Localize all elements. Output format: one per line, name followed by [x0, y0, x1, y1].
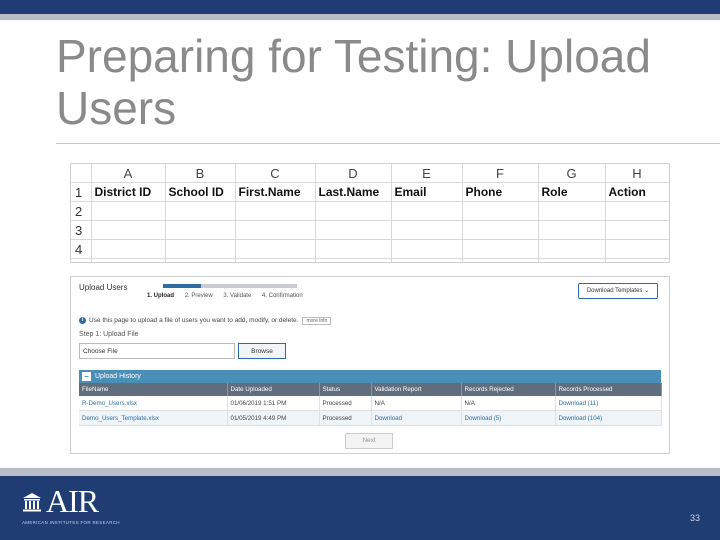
- info-message: i Use this page to upload a file of users…: [79, 317, 332, 326]
- step-progress: [163, 283, 303, 289]
- footer-accent: [0, 468, 720, 476]
- building-icon: [23, 493, 41, 512]
- column-letter: C: [235, 164, 316, 183]
- column-letter: H: [605, 164, 669, 183]
- step-upload: 1. Upload: [147, 293, 175, 299]
- header-cell: First.Name: [235, 182, 316, 202]
- column-letter: F: [462, 164, 539, 183]
- spreadsheet-template: A B C D E F G H 1 District ID School ID …: [70, 163, 670, 263]
- validation-download-link[interactable]: Download: [371, 410, 462, 426]
- air-logo-subtext: AMERICAN INSTITUTES FOR RESEARCH: [22, 520, 120, 525]
- step1-label: Step 1: Upload File: [79, 331, 139, 338]
- processed-download-link[interactable]: Download (11): [555, 396, 662, 411]
- table-row: Demo_Users_Template.xlsx 01/05/2019 4:49…: [79, 410, 662, 426]
- column-header[interactable]: Validation Report: [371, 383, 462, 396]
- upload-users-panel: Upload Users 1. Upload 2. Preview 3. Val…: [70, 276, 670, 454]
- footer-banner: [0, 476, 720, 540]
- column-header[interactable]: Date Uploaded: [227, 383, 320, 396]
- rejected-cell: N/A: [461, 396, 556, 411]
- row-number: 3: [71, 220, 92, 240]
- step-validate: 3. Validate: [223, 293, 252, 299]
- upload-history-table: FileName Date Uploaded Status Validation…: [79, 383, 662, 426]
- file-input[interactable]: Choose File: [79, 343, 235, 359]
- processed-download-link[interactable]: Download (104): [555, 410, 662, 426]
- table-header-row: FileName Date Uploaded Status Validation…: [79, 383, 662, 396]
- table-row: R-Demo_Users.xlsx 01/06/2019 1:51 PM Pro…: [79, 396, 662, 411]
- info-icon: i: [79, 317, 86, 324]
- chevron-down-icon: ⌄: [644, 288, 650, 294]
- date-cell: 01/05/2019 4:49 PM: [227, 410, 320, 426]
- row-number: 1: [71, 182, 92, 202]
- rejected-download-link[interactable]: Download (5): [461, 410, 556, 426]
- step-confirmation: 4. Confirmation: [261, 293, 303, 299]
- column-letter: E: [391, 164, 463, 183]
- row-number: 5: [71, 258, 92, 262]
- column-letter: B: [165, 164, 236, 183]
- sheet-row: 2: [71, 201, 669, 221]
- sheet-row: 3: [71, 220, 669, 240]
- upload-history-header[interactable]: − Upload History: [79, 370, 661, 383]
- header-cell: Email: [391, 182, 463, 202]
- column-header[interactable]: Status: [319, 383, 372, 396]
- sheet-row: 5: [71, 258, 669, 262]
- column-letter: D: [315, 164, 392, 183]
- step-labels: 1. Upload 2. Preview 3. Validate 4. Conf…: [147, 293, 312, 299]
- header-cell: District ID: [91, 182, 166, 202]
- file-name-link[interactable]: Demo_Users_Template.xlsx: [79, 410, 228, 426]
- top-banner-accent: [0, 14, 720, 20]
- column-letter: G: [538, 164, 606, 183]
- browse-button[interactable]: Browse: [238, 343, 286, 359]
- sheet-row: 1 District ID School ID First.Name Last.…: [71, 182, 669, 202]
- column-header[interactable]: FileName: [79, 383, 228, 396]
- panel-title: Upload Users: [79, 283, 128, 292]
- file-name-link[interactable]: R-Demo_Users.xlsx: [79, 396, 228, 411]
- header-cell: School ID: [165, 182, 236, 202]
- top-banner: [0, 0, 720, 14]
- status-cell: Processed: [319, 396, 372, 411]
- page-number: 33: [690, 513, 701, 523]
- collapse-icon[interactable]: −: [82, 371, 91, 381]
- sheet-row: 4: [71, 239, 669, 259]
- next-button[interactable]: Next: [345, 433, 393, 449]
- step-preview: 2. Preview: [184, 293, 213, 299]
- title-divider: [56, 143, 720, 144]
- column-header-row: A B C D E F G H: [71, 164, 669, 183]
- air-logo-text: AIR: [46, 483, 99, 519]
- column-header[interactable]: Records Processed: [555, 383, 662, 396]
- validation-cell: N/A: [371, 396, 462, 411]
- header-cell: Role: [538, 182, 606, 202]
- column-header[interactable]: Records Rejected: [461, 383, 556, 396]
- row-number: 2: [71, 201, 92, 221]
- row-number: 4: [71, 239, 92, 259]
- more-info-select[interactable]: more info: [302, 317, 332, 326]
- download-templates-button[interactable]: Download Templates ⌄: [578, 283, 658, 299]
- corner-cell: [71, 164, 92, 183]
- status-cell: Processed: [319, 410, 372, 426]
- column-letter: A: [91, 164, 166, 183]
- slide-title: Preparing for Testing: Upload Users: [56, 30, 651, 134]
- header-cell: Last.Name: [315, 182, 392, 202]
- header-cell: Phone: [462, 182, 539, 202]
- header-cell: Action: [605, 182, 669, 202]
- date-cell: 01/06/2019 1:51 PM: [227, 396, 320, 411]
